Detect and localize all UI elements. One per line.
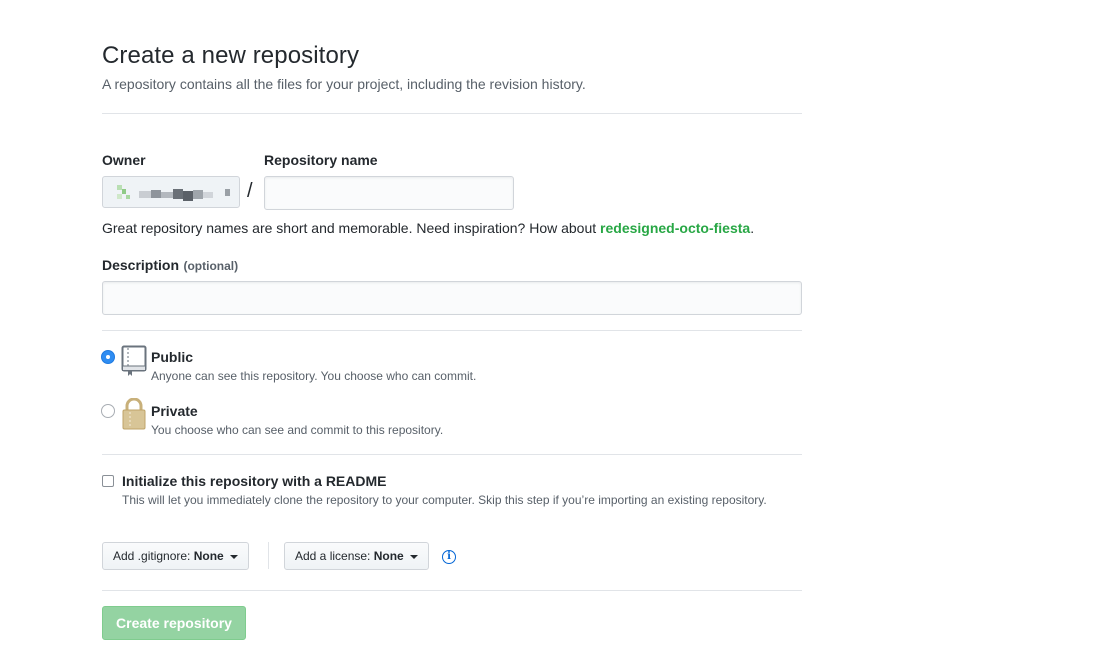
repo-icon (121, 345, 147, 376)
name-suggestion-link[interactable]: redesigned-octo-fiesta (600, 220, 750, 236)
caret-down-icon (410, 554, 419, 559)
divider (102, 454, 802, 455)
license-label: Add a license: (295, 549, 371, 563)
divider (102, 330, 802, 331)
create-repository-button[interactable]: Create repository (102, 606, 246, 640)
divider (102, 113, 802, 114)
lock-icon (122, 398, 146, 430)
page-subtitle: A repository contains all the files for … (102, 76, 586, 92)
name-hint: Great repository names are short and mem… (102, 220, 754, 236)
private-title: Private (151, 403, 198, 419)
public-title: Public (151, 349, 194, 365)
chevron-down-icon (225, 189, 230, 196)
caret-down-icon (230, 554, 239, 559)
optional-tag: (optional) (183, 259, 239, 273)
gitignore-select[interactable]: Add .gitignore: None (102, 542, 250, 570)
hint-end: . (750, 220, 755, 236)
private-radio[interactable] (101, 404, 115, 418)
hint-text: Great repository names are short and mem… (102, 220, 601, 236)
description-input[interactable] (102, 281, 802, 315)
public-desc: Anyone can see this repository. You choo… (151, 369, 477, 383)
repo-name-label: Repository name (264, 152, 378, 168)
owner-select[interactable] (102, 176, 240, 208)
description-label-row: Description (optional) (102, 257, 238, 275)
license-select[interactable]: Add a license: None (284, 542, 430, 570)
owner-name-obscured (139, 189, 213, 201)
info-icon[interactable]: i (442, 550, 456, 564)
divider (102, 590, 802, 591)
readme-label[interactable]: Initialize this repository with a README (122, 473, 386, 489)
description-label: Description (102, 257, 180, 273)
gitignore-value: None (193, 549, 224, 563)
owner-label: Owner (102, 152, 146, 168)
gitignore-label: Add .gitignore: (113, 549, 191, 563)
vertical-divider (268, 542, 269, 569)
public-radio[interactable] (101, 350, 115, 364)
license-value: None (373, 549, 404, 563)
owner-repo-separator: / (247, 180, 253, 202)
readme-checkbox[interactable] (102, 475, 114, 487)
readme-desc: This will let you immediately clone the … (122, 493, 767, 507)
repo-name-input[interactable] (264, 176, 514, 210)
page-title: Create a new repository (102, 42, 360, 69)
private-desc: You choose who can see and commit to thi… (151, 423, 444, 437)
avatar-icon (117, 185, 130, 199)
